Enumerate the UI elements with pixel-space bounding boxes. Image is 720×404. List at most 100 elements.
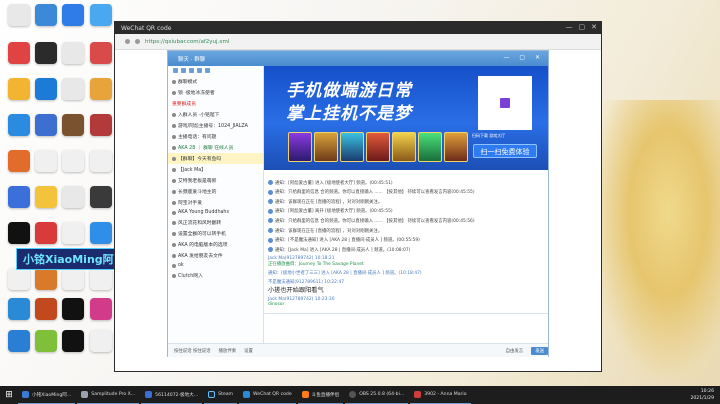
taskbar-item[interactable]: Steam [204,386,238,404]
toolbar-icon[interactable] [173,68,178,73]
member-row[interactable]: 群聊模式 [168,76,263,87]
close-icon[interactable]: ✕ [591,23,597,31]
desktop-icon[interactable] [8,186,30,208]
desktop-icon[interactable] [35,78,57,100]
play-accompaniment-button[interactable]: 播放伴奏 [219,348,237,354]
desktop-icon[interactable] [8,330,30,352]
member-row[interactable]: 入群人员 ·小铭陛下 [168,109,263,120]
back-icon[interactable] [125,39,130,44]
taskbar-item[interactable]: 3902 - Anna Mario [410,386,471,404]
system-message: 通知：[不是魔法通知] 进入 [AKA 28 | 直播间·成员人 ] 频道。(0… [268,237,544,243]
scan-free-trial-button[interactable]: 扫一扫免费体验 [473,144,537,158]
message-text: 通知：该群现在正在 [直播的流程] ，对对对刚刚关注。 [275,228,383,234]
refresh-icon[interactable] [135,39,140,44]
taskbar: ⊞ 小铭XiaoMing阿... Samplitude Pro X... 561… [0,386,720,404]
desktop-icon[interactable] [90,42,112,64]
desktop-icon[interactable] [8,42,30,64]
member-row[interactable]: 主播电话：有问题 [168,131,263,142]
desktop-icon[interactable] [90,186,112,208]
member-row[interactable]: ok [168,261,263,270]
taskbar-item[interactable]: 56114072·极地大... [141,386,203,404]
desktop-icon[interactable] [90,222,112,244]
desktop-icon[interactable] [35,114,57,136]
desktop-icon[interactable] [62,114,84,136]
desktop-icon[interactable] [35,222,57,244]
system-clock[interactable]: 10:26 2021/1/29 [690,388,714,402]
member-row[interactable]: 艾特我老板是萌新 [168,175,263,186]
member-row[interactable]: 设置全群的可以转手机 [168,228,263,239]
toolbar-icon[interactable] [189,68,194,73]
desktop-icon[interactable] [8,4,30,26]
taskbar-item[interactable]: 斗鱼直播伴侣 [297,386,344,404]
desktop-icon[interactable] [35,298,57,320]
minimize-icon[interactable]: — [566,23,573,31]
taskbar-item[interactable]: Samplitude Pro X... [77,386,140,404]
message-text: 通知：只给群里的信息 合的频道。你可以直接输入 ...... 【按其他】 持续可… [275,190,475,196]
taskbar-item[interactable]: 小铭XiaoMing阿... [18,386,76,404]
settings-button[interactable]: 设置 [244,348,253,354]
taskbar-item[interactable]: WeChat QR code [239,386,296,404]
desktop-icon[interactable] [62,186,84,208]
desktop-icon[interactable] [8,150,30,172]
toolbar-icon[interactable] [197,68,202,73]
desktop-icon[interactable] [62,4,84,26]
desktop-icon[interactable] [8,78,30,100]
member-row[interactable]: 阿宝对手爱 [168,197,263,208]
ad-banner[interactable]: 手机做端游日常 掌上挂机不是梦 扫码下载 游戏大厅 扫一扫免费体验 [264,66,548,170]
desktop-icon[interactable] [35,268,57,290]
desktop-icon[interactable] [62,298,84,320]
message-input[interactable] [264,313,548,343]
desktop-icon[interactable] [62,330,84,352]
desktop-icon[interactable] [62,78,84,100]
address-bar[interactable]: https://qxiubar.com/af2yuj.xml [115,34,601,50]
desktop-icon[interactable] [90,330,112,352]
message-text: 通知：该群现在正在 [直播的流程] ，对对对刚刚关注。 [275,199,383,205]
windows-start-icon[interactable]: ⊞ [0,386,18,404]
desktop-icon[interactable] [8,114,30,136]
window-titlebar[interactable]: WeChat QR code — ▢ ✕ [115,22,601,34]
desktop-icon[interactable] [90,4,112,26]
app-icon [243,391,251,398]
member-row[interactable]: 风正流花和风时翻转 [168,217,263,228]
member-row[interactable]: AKA Young Buddhahs [168,208,263,217]
maximize-icon[interactable]: ▢ [579,23,586,31]
member-row[interactable]: 【Jack Ma】 [168,164,263,175]
voice-control-bar: 按住说话 按住说话 播放伴奏 设置 自由发言 发送 [168,343,548,357]
toolbar-icon[interactable] [181,68,186,73]
speak-mode-select[interactable]: 自由发言 [506,348,524,354]
desktop-icon[interactable] [90,150,112,172]
toolbar-icon[interactable] [205,68,210,73]
desktop-icon[interactable] [90,298,112,320]
app-icon [349,391,357,398]
member-row[interactable]: AKA 28 ｜ 群聊 在线人员 [168,142,263,153]
desktop-icon[interactable] [62,150,84,172]
member-row[interactable]: AKA 的电脑版本的选项 [168,239,263,250]
send-button[interactable]: 发送 [531,346,548,355]
member-row[interactable]: AKA 发给朋友去文件 [168,250,263,261]
desktop-icon[interactable] [35,150,57,172]
mic-button[interactable]: 按住说话 按住说话 [174,348,211,354]
desktop-icon[interactable] [62,268,84,290]
desktop-icon[interactable] [90,268,112,290]
desktop-icon[interactable] [35,4,57,26]
desktop-icon[interactable] [8,222,30,244]
taskbar-item-label: 小铭XiaoMing阿... [32,392,72,398]
member-row-label: 【Jack Ma】 [178,168,206,173]
desktop-icon[interactable] [62,42,84,64]
desktop-icon[interactable] [90,78,112,100]
member-row[interactable]: 锁 ·极地冰冻使者 [168,87,263,98]
desktop-icon[interactable] [62,222,84,244]
desktop-icon[interactable] [90,114,112,136]
member-row[interactable]: Clutch网入 [168,270,263,281]
member-row[interactable]: 长颈鹿爱斗地主的 [168,186,263,197]
desktop-icon[interactable] [35,186,57,208]
taskbar-item[interactable]: OBS 25.0.8 (64-bi... [345,386,409,404]
member-row[interactable]: 【群聊】今天有鱼吗 [168,153,263,164]
desktop-icon[interactable] [35,42,57,64]
desktop-icon[interactable] [8,268,30,290]
member-row[interactable]: 重要群成员 [168,98,263,109]
desktop-icon[interactable] [8,298,30,320]
desktop-icon[interactable] [35,330,57,352]
group-window-controls[interactable]: — ▢ ✕ [503,54,544,61]
member-row[interactable]: 游戏/阿彪主播号：1024_JIALZA [168,120,263,131]
